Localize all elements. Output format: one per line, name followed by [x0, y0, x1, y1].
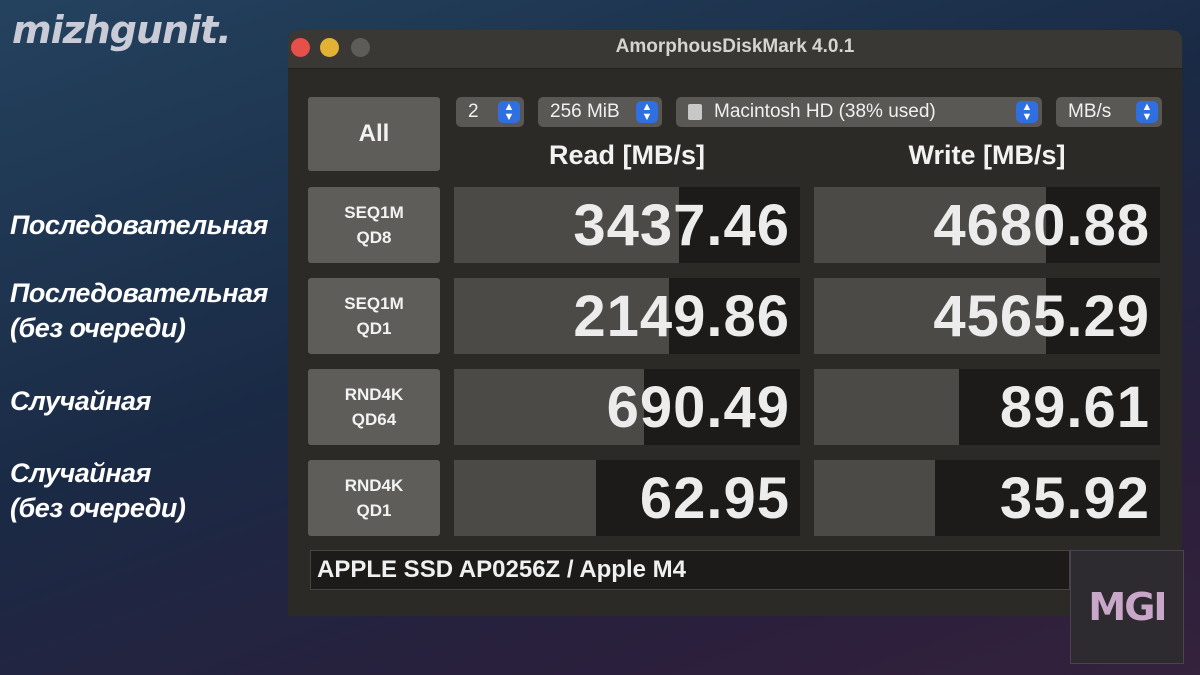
- write-result-seq1m-qd8: 4680.88: [814, 187, 1160, 263]
- read-result-rnd4k-qd64: 690.49: [454, 369, 800, 445]
- test-button-rnd4k-qd1[interactable]: RND4K QD1: [308, 460, 440, 536]
- app-window: AmorphousDiskMark 4.0.1 All 2 ▲ ▼ 256 MiB…: [288, 30, 1182, 616]
- chevron-up-down-icon: ▲ ▼: [1136, 101, 1158, 123]
- write-value: 4680.88: [933, 192, 1150, 258]
- test-button-rnd4k-qd64[interactable]: RND4K QD64: [308, 369, 440, 445]
- read-column-header: Read [MB/s]: [548, 140, 705, 170]
- device-info-field[interactable]: APPLE SSD AP0256Z / Apple M4: [310, 550, 1070, 590]
- write-result-seq1m-qd1: 4565.29: [814, 278, 1160, 354]
- side-label-line1: Последовательная: [10, 210, 268, 240]
- read-result-seq1m-qd8: 3437.46: [454, 187, 800, 263]
- chevron-up-down-icon: ▲ ▼: [1016, 101, 1038, 123]
- side-label-random-no-queue: Случайная (без очереди): [10, 456, 186, 526]
- side-label-random: Случайная: [10, 384, 151, 419]
- write-value: 4565.29: [933, 283, 1150, 349]
- disk-select[interactable]: Macintosh HD (38% used) ▲ ▼: [676, 97, 1042, 127]
- read-value: 62.95: [639, 465, 790, 531]
- side-label-sequential: Последовательная: [10, 208, 268, 243]
- test-label-line2: QD1: [356, 501, 392, 520]
- disk-value: Macintosh HD (38% used): [714, 101, 936, 122]
- write-column-header: Write [MB/s]: [908, 140, 1066, 170]
- read-result-seq1m-qd1: 2149.86: [454, 278, 800, 354]
- write-result-rnd4k-qd1: 35.92: [814, 460, 1160, 536]
- read-progress-bar: [454, 460, 596, 536]
- read-value: 2149.86: [573, 283, 790, 349]
- test-button-seq1m-qd8[interactable]: SEQ1M QD8: [308, 187, 440, 263]
- test-label-line1: SEQ1M: [344, 294, 404, 313]
- write-result-rnd4k-qd64: 89.61: [814, 369, 1160, 445]
- test-size-value: 256 MiB: [550, 101, 620, 122]
- chevron-up-down-icon: ▲ ▼: [498, 101, 520, 123]
- brand-logo: mizhgunit.: [12, 8, 232, 52]
- read-result-rnd4k-qd1: 62.95: [454, 460, 800, 536]
- side-label-line2: (без очереди): [10, 313, 186, 343]
- write-value: 35.92: [999, 465, 1150, 531]
- test-label-line2: QD1: [356, 319, 392, 338]
- device-info-text: APPLE SSD AP0256Z / Apple M4: [317, 556, 686, 583]
- write-progress-bar: [814, 460, 936, 536]
- test-count-value: 2: [468, 101, 479, 122]
- test-label-line2: QD64: [351, 410, 397, 429]
- hard-disk-icon: [688, 104, 702, 120]
- test-size-select[interactable]: 256 MiB ▲ ▼: [538, 97, 662, 127]
- side-label-line2: (без очереди): [10, 493, 186, 523]
- write-value: 89.61: [999, 374, 1150, 440]
- test-label-line1: RND4K: [344, 476, 404, 495]
- read-value: 690.49: [606, 374, 790, 440]
- test-count-select[interactable]: 2 ▲ ▼: [456, 97, 524, 127]
- test-label-line2: QD8: [356, 228, 392, 247]
- write-progress-bar: [814, 369, 960, 445]
- side-label-line1: Случайная: [10, 458, 151, 488]
- side-label-sequential-no-queue: Последовательная (без очереди): [10, 276, 268, 346]
- title-bar[interactable]: AmorphousDiskMark 4.0.1: [288, 30, 1182, 69]
- side-label-line1: Случайная: [10, 386, 151, 416]
- read-value: 3437.46: [573, 192, 790, 258]
- watermark-logo: MGI: [1070, 550, 1184, 664]
- side-label-line1: Последовательная: [10, 278, 268, 308]
- unit-value: MB/s: [1068, 101, 1112, 122]
- all-button[interactable]: All: [308, 97, 440, 171]
- test-button-seq1m-qd1[interactable]: SEQ1M QD1: [308, 278, 440, 354]
- window-title: AmorphousDiskMark 4.0.1: [615, 36, 855, 57]
- test-label-line1: RND4K: [344, 385, 404, 404]
- chevron-up-down-icon: ▲ ▼: [636, 101, 658, 123]
- unit-select[interactable]: MB/s ▲ ▼: [1056, 97, 1162, 127]
- test-label-line1: SEQ1M: [344, 203, 404, 222]
